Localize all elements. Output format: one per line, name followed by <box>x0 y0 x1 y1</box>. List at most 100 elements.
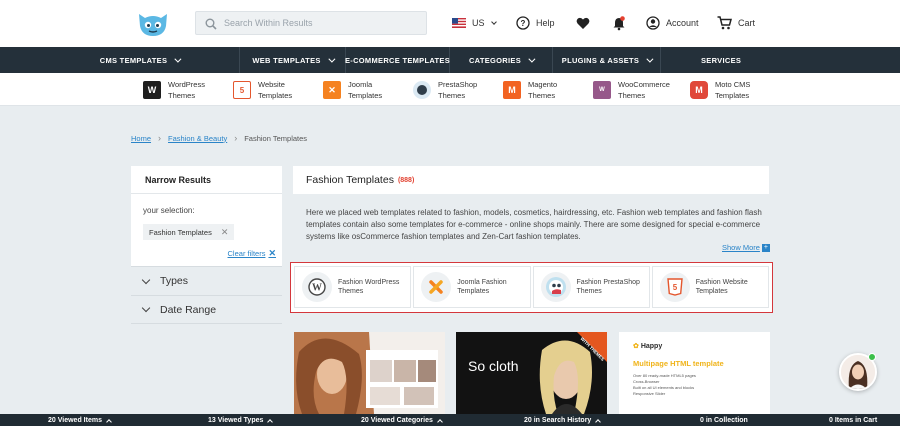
facet-label: Types <box>160 275 189 287</box>
search-box <box>195 11 427 35</box>
template-preview-image <box>294 332 445 414</box>
template-card[interactable]: ✿ Happy Multipage HTML template Over 80 … <box>619 332 770 414</box>
narrow-results-panel: Narrow Results your selection: Fashion T… <box>131 166 282 266</box>
account-label: Account <box>666 18 699 28</box>
wordpress-icon: W <box>302 272 332 302</box>
chevron-down-icon <box>174 55 182 63</box>
subnav-motocms-templates[interactable]: M Moto CMS Templates <box>690 79 750 101</box>
help-icon: ? <box>516 16 530 30</box>
nav-ecommerce-templates[interactable]: E-COMMERCE TEMPLATES <box>344 47 451 73</box>
category-description: Here we placed web templates related to … <box>306 208 762 241</box>
chevron-up-icon <box>437 418 443 425</box>
feature-item: Responsive Slider <box>633 391 666 396</box>
filter-sidebar: Narrow Results your selection: Fashion T… <box>131 166 282 324</box>
happy-logo-icon: ✿ <box>633 343 639 350</box>
breadcrumb-fashion-beauty[interactable]: Fashion & Beauty <box>168 134 227 143</box>
subnav-wordpress-themes[interactable]: W WordPress Themes <box>143 79 205 101</box>
category-label: Themes <box>338 288 364 295</box>
cart-label: Cart <box>738 18 756 28</box>
subnav-label: Themes <box>438 91 466 100</box>
clear-filters-label: Clear filters <box>227 249 266 258</box>
footer-label: 20 Viewed Items <box>48 416 102 424</box>
template-card[interactable]: So cloth WITH THEMES <box>456 332 607 414</box>
facet-date-range[interactable]: Date Range <box>131 295 282 324</box>
nav-plugins-assets[interactable]: PLUGINS & ASSETS <box>553 47 661 73</box>
main-nav: CMS TEMPLATES WEB TEMPLATES E-COMMERCE T… <box>0 47 900 73</box>
collection-toggle[interactable]: 0 in Collection <box>700 414 748 426</box>
template-card-brand: ✿ Happy <box>633 342 662 350</box>
breadcrumb-current: Fashion Templates <box>244 133 308 143</box>
account-link[interactable]: Account <box>646 14 699 32</box>
chevron-down-icon <box>328 55 336 63</box>
show-more-link[interactable]: Show More + <box>722 243 770 252</box>
nav-label: WEB TEMPLATES <box>252 55 321 65</box>
subnav-label: WooCommerce <box>618 80 670 89</box>
notifications-button[interactable] <box>612 14 632 32</box>
viewed-categories-toggle[interactable]: 20 Viewed Categories <box>361 414 443 426</box>
category-label: Templates <box>457 288 490 295</box>
viewed-types-toggle[interactable]: 13 Viewed Types <box>208 414 274 426</box>
template-card-title: Multipage HTML template <box>633 359 724 368</box>
html5-icon: 5 <box>659 272 690 302</box>
close-icon[interactable]: ✕ <box>221 227 229 238</box>
chevron-down-icon <box>528 55 536 63</box>
facet-types[interactable]: Types <box>131 266 282 295</box>
chevron-down-icon <box>646 55 654 63</box>
narrow-results-title: Narrow Results <box>131 166 282 194</box>
locale-selector[interactable]: US <box>452 14 497 32</box>
category-label: Fashion PrestaShop <box>576 279 640 286</box>
nav-services[interactable]: SERVICES <box>661 47 900 73</box>
prestashop-icon <box>413 81 431 99</box>
footer-label: 0 Items in Cart <box>829 416 878 424</box>
fashion-website-templates-link[interactable]: 5 Fashion Website Templates <box>651 266 769 308</box>
subnav-website-templates[interactable]: 5 Website Templates <box>233 79 292 101</box>
fashion-prestashop-themes-link[interactable]: Fashion PrestaShop Themes <box>532 266 650 308</box>
templatemonster-logo[interactable] <box>137 10 169 38</box>
result-count: (888) <box>397 176 415 184</box>
subnav-label: Templates <box>715 91 750 100</box>
us-flag-icon <box>452 18 466 28</box>
breadcrumb-home[interactable]: Home <box>131 134 151 143</box>
chevron-right-icon: › <box>234 133 238 143</box>
template-card[interactable] <box>294 332 445 414</box>
subnav-magento-themes[interactable]: M Magento Themes <box>503 79 557 101</box>
nav-label: SERVICES <box>701 55 742 65</box>
subnav-label: WordPress <box>168 80 205 89</box>
heart-icon <box>576 17 590 29</box>
fashion-wordpress-themes-link[interactable]: W Fashion WordPress Themes <box>294 266 412 308</box>
help-link[interactable]: ? Help <box>516 14 555 32</box>
nav-label: E-COMMERCE TEMPLATES <box>344 55 451 65</box>
nav-categories[interactable]: CATEGORIES <box>450 47 553 73</box>
help-label: Help <box>536 18 555 28</box>
search-icon <box>205 17 217 35</box>
user-icon <box>646 16 660 30</box>
footer-label: 0 in Collection <box>700 416 748 424</box>
clear-filters-link[interactable]: Clear filters ✕ <box>228 248 276 259</box>
subnav-woocommerce-themes[interactable]: W WooCommerce Themes <box>593 79 670 101</box>
joomla-icon <box>421 272 452 302</box>
cart-link[interactable]: Cart <box>717 14 755 32</box>
locale-label: US <box>472 18 485 28</box>
motocms-icon: M <box>690 81 708 99</box>
nav-web-templates[interactable]: WEB TEMPLATES <box>240 47 346 73</box>
subnav-label: Themes <box>528 91 556 100</box>
breadcrumb: Home › Fashion & Beauty › Fashion Templa… <box>131 133 307 143</box>
subcategory-links: W Fashion WordPress Themes Joomla Fashion… <box>290 262 773 313</box>
subnav-label: Templates <box>258 91 293 100</box>
subnav-joomla-templates[interactable]: ✕ Joomla Templates <box>323 79 382 101</box>
show-more-label: Show More <box>722 243 760 252</box>
subnav-prestashop-themes[interactable]: PrestaShop Themes <box>413 79 477 101</box>
sub-nav: W WordPress Themes 5 Website Templates ✕ J… <box>0 73 900 106</box>
woocommerce-icon: W <box>593 81 611 99</box>
chevron-down-icon <box>141 303 151 313</box>
wishlist-button[interactable] <box>576 14 596 32</box>
nav-cms-templates[interactable]: CMS TEMPLATES <box>0 47 240 73</box>
joomla-fashion-templates-link[interactable]: Joomla Fashion Templates <box>413 266 531 308</box>
chevron-down-icon <box>490 18 497 25</box>
category-label: Fashion WordPress <box>338 279 400 286</box>
search-history-toggle[interactable]: 20 in Search History <box>524 414 602 426</box>
search-input[interactable] <box>224 12 424 34</box>
your-selection-label: your selection: <box>143 206 195 215</box>
viewed-items-toggle[interactable]: 20 Viewed Items <box>48 414 112 426</box>
cart-items-toggle[interactable]: 0 Items in Cart <box>829 414 877 426</box>
